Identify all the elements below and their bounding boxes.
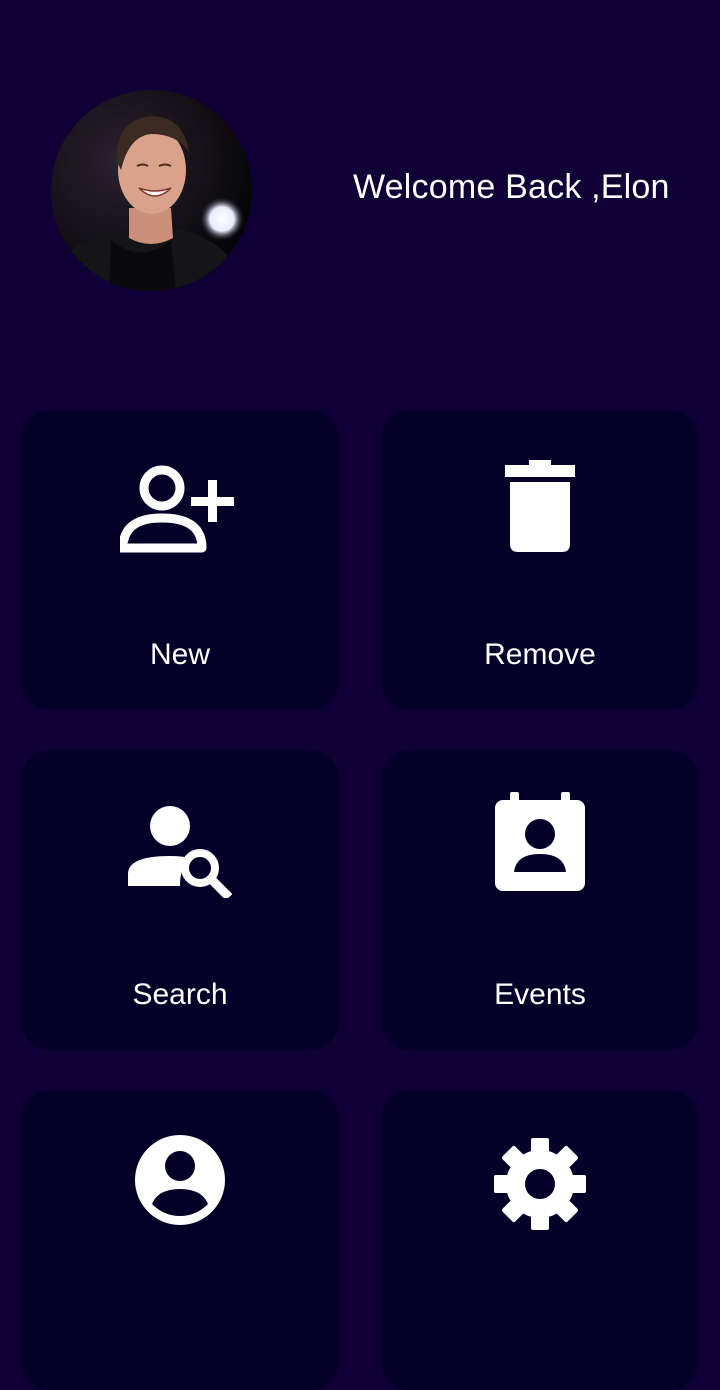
person-search-icon (128, 806, 232, 898)
trash-icon (505, 460, 575, 552)
settings-tile[interactable] (381, 1090, 699, 1390)
events-tile[interactable]: Events (381, 750, 699, 1050)
account-circle-icon (135, 1135, 225, 1225)
welcome-text: Welcome Back ,Elon (353, 168, 670, 206)
avatar-photo (51, 90, 252, 291)
remove-tile[interactable]: Remove (381, 410, 699, 710)
gear-icon (494, 1138, 586, 1230)
person-add-icon (120, 465, 234, 553)
tile-label-events: Events (494, 978, 586, 1011)
contact-calendar-icon (495, 792, 585, 891)
search-tile[interactable]: Search (21, 750, 339, 1050)
profile-tile[interactable] (21, 1090, 339, 1390)
tile-label-search: Search (132, 978, 228, 1011)
header: Welcome Back ,Elon (0, 0, 720, 340)
tile-label-new: New (149, 638, 210, 671)
new-tile[interactable]: New (21, 410, 339, 710)
tile-label-remove: Remove (484, 638, 596, 671)
avatar[interactable] (51, 90, 252, 291)
